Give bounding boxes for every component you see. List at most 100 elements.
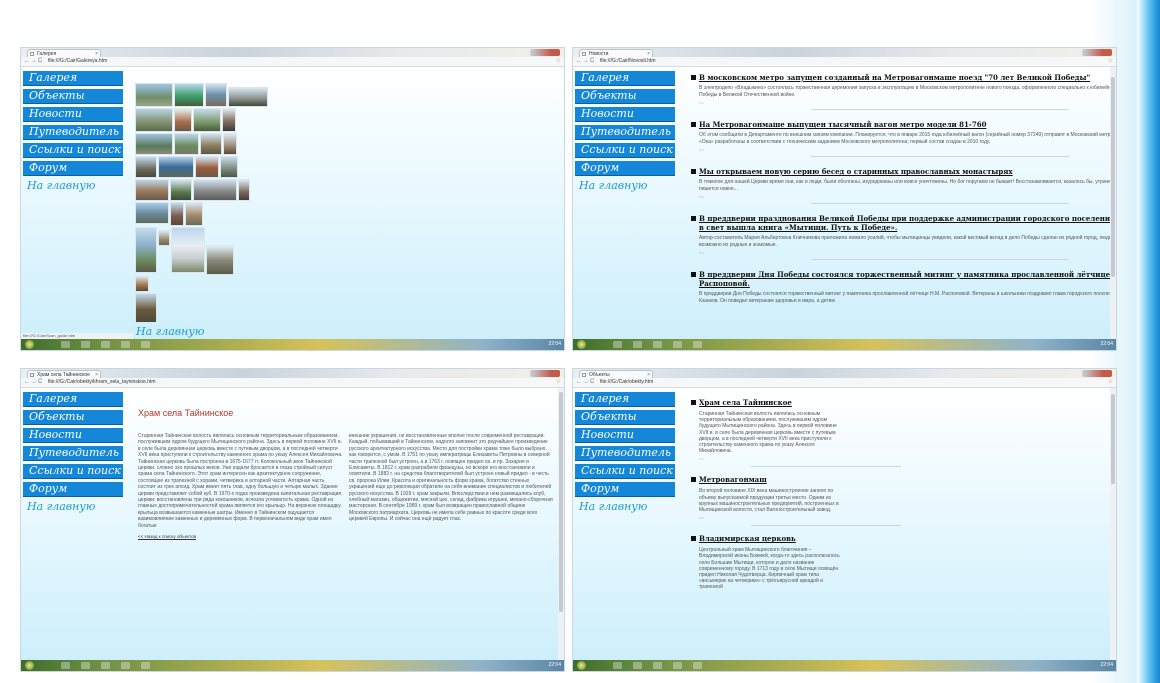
taskbar-item[interactable] (633, 341, 642, 348)
sidebar-item-guide[interactable]: Путеводитель (23, 446, 123, 460)
sidebar-item-forum[interactable]: Форум (23, 161, 123, 175)
sidebar-item-gallery[interactable]: Галерея (23, 392, 123, 406)
nav-buttons[interactable]: ←→C (24, 379, 43, 385)
gallery-photo[interactable] (135, 276, 149, 292)
sidebar-item-gallery[interactable]: Галерея (575, 392, 675, 406)
gallery-photo[interactable] (135, 133, 173, 155)
taskbar-item[interactable] (693, 662, 702, 669)
url-field[interactable]: file:///G:/Cair/Galereya.htm (45, 58, 544, 65)
sidebar-item-news[interactable]: Новости (23, 428, 123, 442)
sidebar-item-objects[interactable]: Объекты (23, 410, 123, 424)
taskbar-item[interactable] (653, 341, 662, 348)
object-title-link[interactable]: Владимирская церковь (691, 534, 843, 543)
gallery-photo[interactable] (170, 179, 192, 201)
news-title-link[interactable]: Мы открываем новую серию бесед о старинн… (691, 167, 1116, 176)
nav-buttons[interactable]: ←→C (576, 379, 595, 385)
gallery-photo[interactable] (158, 156, 194, 178)
gallery-photo[interactable] (220, 156, 238, 178)
close-icon[interactable]: × (95, 371, 98, 378)
sidebar-item-guide[interactable]: Путеводитель (23, 125, 123, 139)
news-title-link[interactable]: В преддверии Дня Победы состоялся торжес… (691, 270, 1116, 288)
sidebar-item-forum[interactable]: Форум (575, 482, 675, 496)
scrollbar-thumb[interactable] (1111, 394, 1115, 484)
scrollbar-thumb[interactable] (1111, 77, 1115, 277)
taskbar-item[interactable] (673, 341, 682, 348)
gallery-photo[interactable] (135, 156, 157, 178)
object-title-link[interactable]: Храм села Тайнинское (691, 398, 843, 407)
nav-buttons[interactable]: ←→C (24, 58, 43, 64)
sidebar-item-objects[interactable]: Объекты (23, 89, 123, 103)
gallery-photo[interactable] (205, 83, 227, 107)
taskbar-item[interactable] (101, 341, 110, 348)
taskbar-item[interactable] (693, 341, 702, 348)
gallery-photo[interactable] (193, 179, 237, 201)
scrollbar-thumb[interactable] (559, 392, 563, 612)
start-orb-icon[interactable] (577, 340, 586, 349)
object-title-link[interactable]: Метровагонмаш (691, 475, 843, 484)
gallery-photo[interactable] (135, 83, 173, 107)
close-icon[interactable]: × (647, 371, 650, 378)
gallery-photo[interactable] (135, 108, 173, 132)
sidebar-item-objects[interactable]: Объекты (575, 410, 675, 424)
browser-tab[interactable]: Галерея × (27, 49, 101, 57)
browser-tab[interactable]: Храм села Тайнинское × (27, 370, 101, 378)
scrollbar[interactable] (1110, 67, 1116, 339)
sidebar-item-objects[interactable]: Объекты (575, 89, 675, 103)
gallery-photo[interactable] (171, 227, 205, 273)
star-icon[interactable]: ☆ (1108, 378, 1113, 385)
taskbar-item[interactable] (633, 662, 642, 669)
scrollbar[interactable] (558, 388, 564, 660)
sidebar-item-news[interactable]: Новости (575, 107, 675, 121)
gallery-photo[interactable] (170, 202, 184, 226)
gallery-photo[interactable] (222, 108, 236, 132)
scrollbar[interactable] (1110, 388, 1116, 660)
gallery-photo[interactable] (223, 133, 237, 155)
browser-tab[interactable]: Объекты × (579, 370, 653, 378)
sidebar-item-guide[interactable]: Путеводитель (575, 125, 675, 139)
sidebar-item-forum[interactable]: Форум (575, 161, 675, 175)
news-title-link[interactable]: В преддверии празднования Великой Победы… (691, 214, 1116, 232)
url-field[interactable]: file:///G:/Cair/obekty/khram_sela_taynin… (45, 379, 544, 386)
sidebar-item-gallery[interactable]: Галерея (23, 71, 123, 85)
taskbar-item[interactable] (101, 662, 110, 669)
sidebar-item-gallery[interactable]: Галерея (575, 71, 675, 85)
object-more-link[interactable]: << (691, 454, 843, 461)
home-link[interactable]: На главную (575, 179, 675, 192)
url-field[interactable]: file:///G:/Cair/obekty.htm (597, 379, 1096, 386)
window-controls[interactable] (530, 49, 560, 56)
taskbar-item[interactable] (121, 662, 130, 669)
gallery-photo[interactable] (228, 87, 268, 107)
gallery-photo[interactable] (193, 108, 221, 132)
sidebar-item-links[interactable]: Ссылки и поиск (23, 143, 123, 157)
nav-buttons[interactable]: ←→C (576, 58, 595, 64)
window-controls[interactable] (1082, 370, 1112, 377)
taskbar-item[interactable] (673, 662, 682, 669)
star-icon[interactable]: ☆ (1108, 57, 1113, 64)
star-icon[interactable]: ☆ (556, 378, 561, 385)
gallery-photo[interactable] (135, 202, 169, 224)
gallery-photo[interactable] (206, 245, 234, 275)
taskbar-item[interactable] (81, 341, 90, 348)
close-icon[interactable]: × (95, 50, 98, 57)
sidebar-item-forum[interactable]: Форум (23, 482, 123, 496)
browser-tab[interactable]: Новости × (579, 49, 653, 57)
back-link[interactable]: << Назад к списку объектов (138, 534, 343, 540)
gallery-photo[interactable] (158, 230, 170, 246)
gallery-photo[interactable] (238, 179, 250, 201)
sidebar-item-guide[interactable]: Путеводитель (575, 446, 675, 460)
sidebar-item-news[interactable]: Новости (575, 428, 675, 442)
gallery-photo[interactable] (135, 179, 169, 201)
gallery-photo[interactable] (174, 108, 192, 132)
gallery-photo[interactable] (174, 133, 199, 155)
taskbar-item[interactable] (653, 662, 662, 669)
window-controls[interactable] (530, 370, 560, 377)
home-link[interactable]: На главную (23, 500, 123, 513)
news-title-link[interactable]: На Метровагонмаше выпущен тысячный вагон… (691, 120, 1116, 129)
window-controls[interactable] (1082, 49, 1112, 56)
bottom-home-link[interactable]: На главную (136, 325, 204, 338)
home-link[interactable]: На главную (23, 179, 123, 192)
start-orb-icon[interactable] (577, 661, 586, 670)
taskbar-item[interactable] (121, 341, 130, 348)
home-link[interactable]: На главную (575, 500, 675, 513)
gallery-photo[interactable] (174, 83, 204, 107)
